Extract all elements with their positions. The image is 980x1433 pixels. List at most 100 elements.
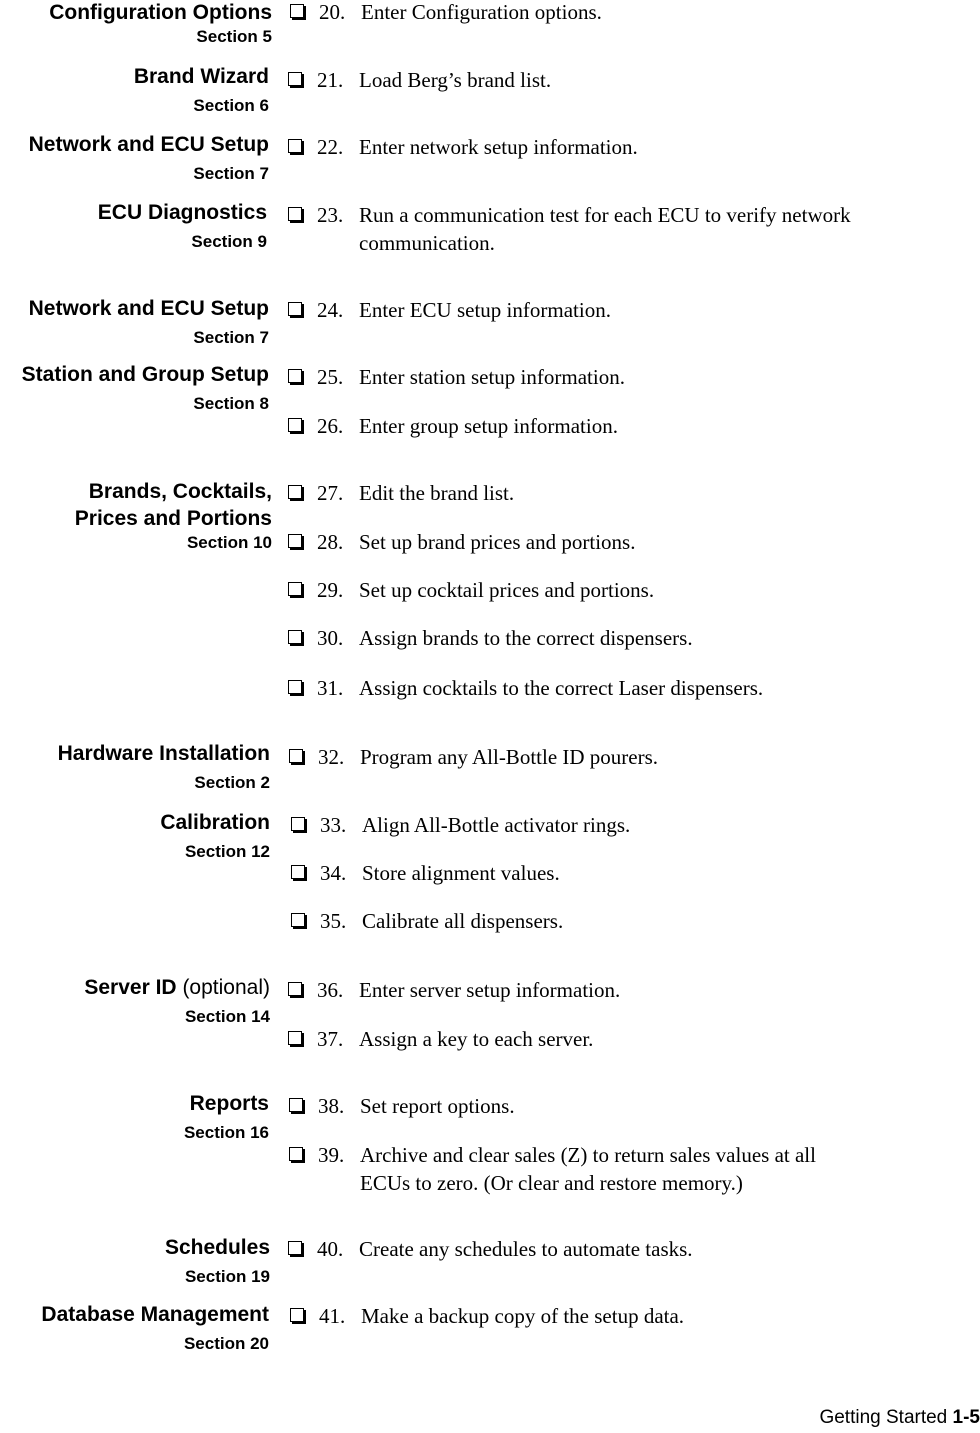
checklist-item: 41. Make a backup copy of the setup data.	[290, 1302, 684, 1330]
checkbox-icon[interactable]	[289, 1147, 303, 1161]
checklist-item: 36. Enter server setup information.	[288, 976, 620, 1004]
checklist-item: 24. Enter ECU setup information.	[288, 296, 611, 324]
page-number: 1-5	[952, 1407, 980, 1428]
item-text: Create any schedules to automate tasks.	[359, 1237, 693, 1261]
checkbox-icon[interactable]	[288, 680, 302, 694]
checkbox-icon[interactable]	[288, 207, 302, 221]
checkbox-icon[interactable]	[290, 1308, 304, 1322]
checklist-item: 23. Run a communication test for each ECU…	[288, 201, 919, 257]
group-label: Station and Group Setup Section 8	[22, 361, 269, 415]
group-label: ECU Diagnostics Section 9	[98, 199, 267, 253]
checklist-item: 35. Calibrate all dispensers.	[291, 907, 563, 935]
group-title: Server ID	[84, 976, 177, 999]
checklist-item: 21. Load Berg’s brand list.	[288, 66, 551, 94]
checkbox-icon[interactable]	[291, 817, 305, 831]
checkbox-icon[interactable]	[288, 369, 302, 383]
checklist-item: 33. Align All-Bottle activator rings.	[291, 811, 630, 839]
item-number: 28.	[317, 530, 344, 554]
group-title: Network and ECU Setup	[28, 297, 269, 320]
checkbox-icon[interactable]	[288, 1031, 302, 1045]
checkbox-icon[interactable]	[288, 582, 302, 596]
group-title: Brands, Cocktails,	[88, 480, 272, 503]
group-title: Hardware Installation	[57, 742, 270, 765]
item-number: 36.	[317, 978, 344, 1002]
checklist-item: 37. Assign a key to each server.	[288, 1025, 593, 1053]
item-number: 34.	[320, 861, 347, 885]
group-section: Section 16	[183, 1123, 269, 1142]
item-number: 29.	[317, 578, 344, 602]
group-label: Configuration Options Section 5	[49, 0, 272, 48]
checkbox-icon[interactable]	[288, 534, 302, 548]
group-title: ECU Diagnostics	[97, 201, 267, 224]
item-text: Archive and clear sales (Z) to return sa…	[360, 1143, 816, 1195]
item-text: Store alignment values.	[362, 861, 560, 885]
group-label: Network and ECU Setup Section 7	[29, 131, 269, 185]
item-number: 25.	[317, 365, 344, 389]
footer-chapter: Getting Started	[819, 1407, 948, 1428]
item-number: 30.	[317, 626, 344, 650]
group-label: Hardware Installation Section 2	[58, 740, 270, 794]
checklist-item: 39. Archive and clear sales (Z) to return…	[289, 1141, 870, 1197]
item-text: Enter ECU setup information.	[359, 298, 611, 322]
item-text: Make a backup copy of the setup data.	[361, 1304, 685, 1328]
group-label: Database Management Section 20	[41, 1301, 269, 1355]
checkbox-icon[interactable]	[290, 4, 304, 18]
item-text: Enter server setup information.	[359, 978, 621, 1002]
item-text: Calibrate all dispensers.	[362, 909, 564, 933]
item-number: 20.	[319, 0, 346, 24]
page-footer: Getting Started 1-5	[819, 1407, 980, 1429]
checkbox-icon[interactable]	[288, 1241, 302, 1255]
item-text: Enter station setup information.	[359, 365, 625, 389]
checkbox-icon[interactable]	[291, 913, 305, 927]
group-section: Section 2	[194, 773, 270, 792]
group-title: Reports	[189, 1092, 269, 1115]
item-text: Align All-Bottle activator rings.	[362, 813, 631, 837]
checkbox-icon[interactable]	[288, 139, 302, 153]
checkbox-icon[interactable]	[288, 72, 302, 86]
group-section: Section 8	[193, 394, 269, 413]
checklist-item: 28. Set up brand prices and portions.	[288, 528, 635, 556]
item-number: 33.	[320, 813, 347, 837]
group-title: Network and ECU Setup	[28, 133, 269, 156]
checkbox-icon[interactable]	[289, 749, 303, 763]
item-number: 31.	[317, 676, 344, 700]
group-title: Station and Group Setup	[21, 363, 269, 386]
item-text: Assign brands to the correct dispensers.	[359, 626, 693, 650]
checklist-item: 27. Edit the brand list.	[288, 479, 514, 507]
group-section: Section 5	[196, 27, 272, 46]
group-title: Configuration Options	[49, 1, 272, 24]
checkbox-icon[interactable]	[288, 418, 302, 432]
group-title: Database Management	[41, 1303, 269, 1326]
group-section: Section 6	[193, 96, 269, 115]
checkbox-icon[interactable]	[288, 630, 302, 644]
checklist-item: 30. Assign brands to the correct dispense…	[288, 624, 693, 652]
group-section: Section 12	[184, 842, 270, 861]
item-text: Enter group setup information.	[359, 414, 618, 438]
checkbox-icon[interactable]	[288, 982, 302, 996]
group-label: Network and ECU Setup Section 7	[29, 295, 269, 349]
checkbox-icon[interactable]	[288, 485, 302, 499]
item-text: Assign cocktails to the correct Laser di…	[359, 676, 764, 700]
item-number: 38.	[318, 1094, 345, 1118]
group-section: Section 19	[184, 1267, 270, 1286]
group-label: Brands, Cocktails, Prices and Portions S…	[75, 478, 272, 554]
group-label: Schedules Section 19	[165, 1234, 270, 1288]
group-title-line2: Prices and Portions	[74, 507, 272, 530]
checkbox-icon[interactable]	[291, 865, 305, 879]
item-number: 40.	[317, 1237, 344, 1261]
item-text: Set up brand prices and portions.	[359, 530, 636, 554]
checklist-item: 40. Create any schedules to automate task…	[288, 1235, 693, 1263]
checkbox-icon[interactable]	[289, 1098, 303, 1112]
item-text: Enter Configuration options.	[361, 0, 602, 24]
checklist-item: 26. Enter group setup information.	[288, 412, 618, 440]
checkbox-icon[interactable]	[288, 302, 302, 316]
checklist-item: 20. Enter Configuration options.	[290, 0, 602, 26]
checklist-item: 31. Assign cocktails to the correct Laser…	[288, 674, 763, 702]
group-title-suffix: (optional)	[182, 976, 270, 999]
group-section: Section 10	[186, 533, 272, 552]
group-section: Section 7	[193, 328, 269, 347]
item-text: Program any All-Bottle ID pourers.	[360, 745, 659, 769]
item-number: 37.	[317, 1027, 344, 1051]
group-section: Section 14	[184, 1007, 270, 1026]
group-label: Calibration Section 12	[160, 809, 270, 863]
